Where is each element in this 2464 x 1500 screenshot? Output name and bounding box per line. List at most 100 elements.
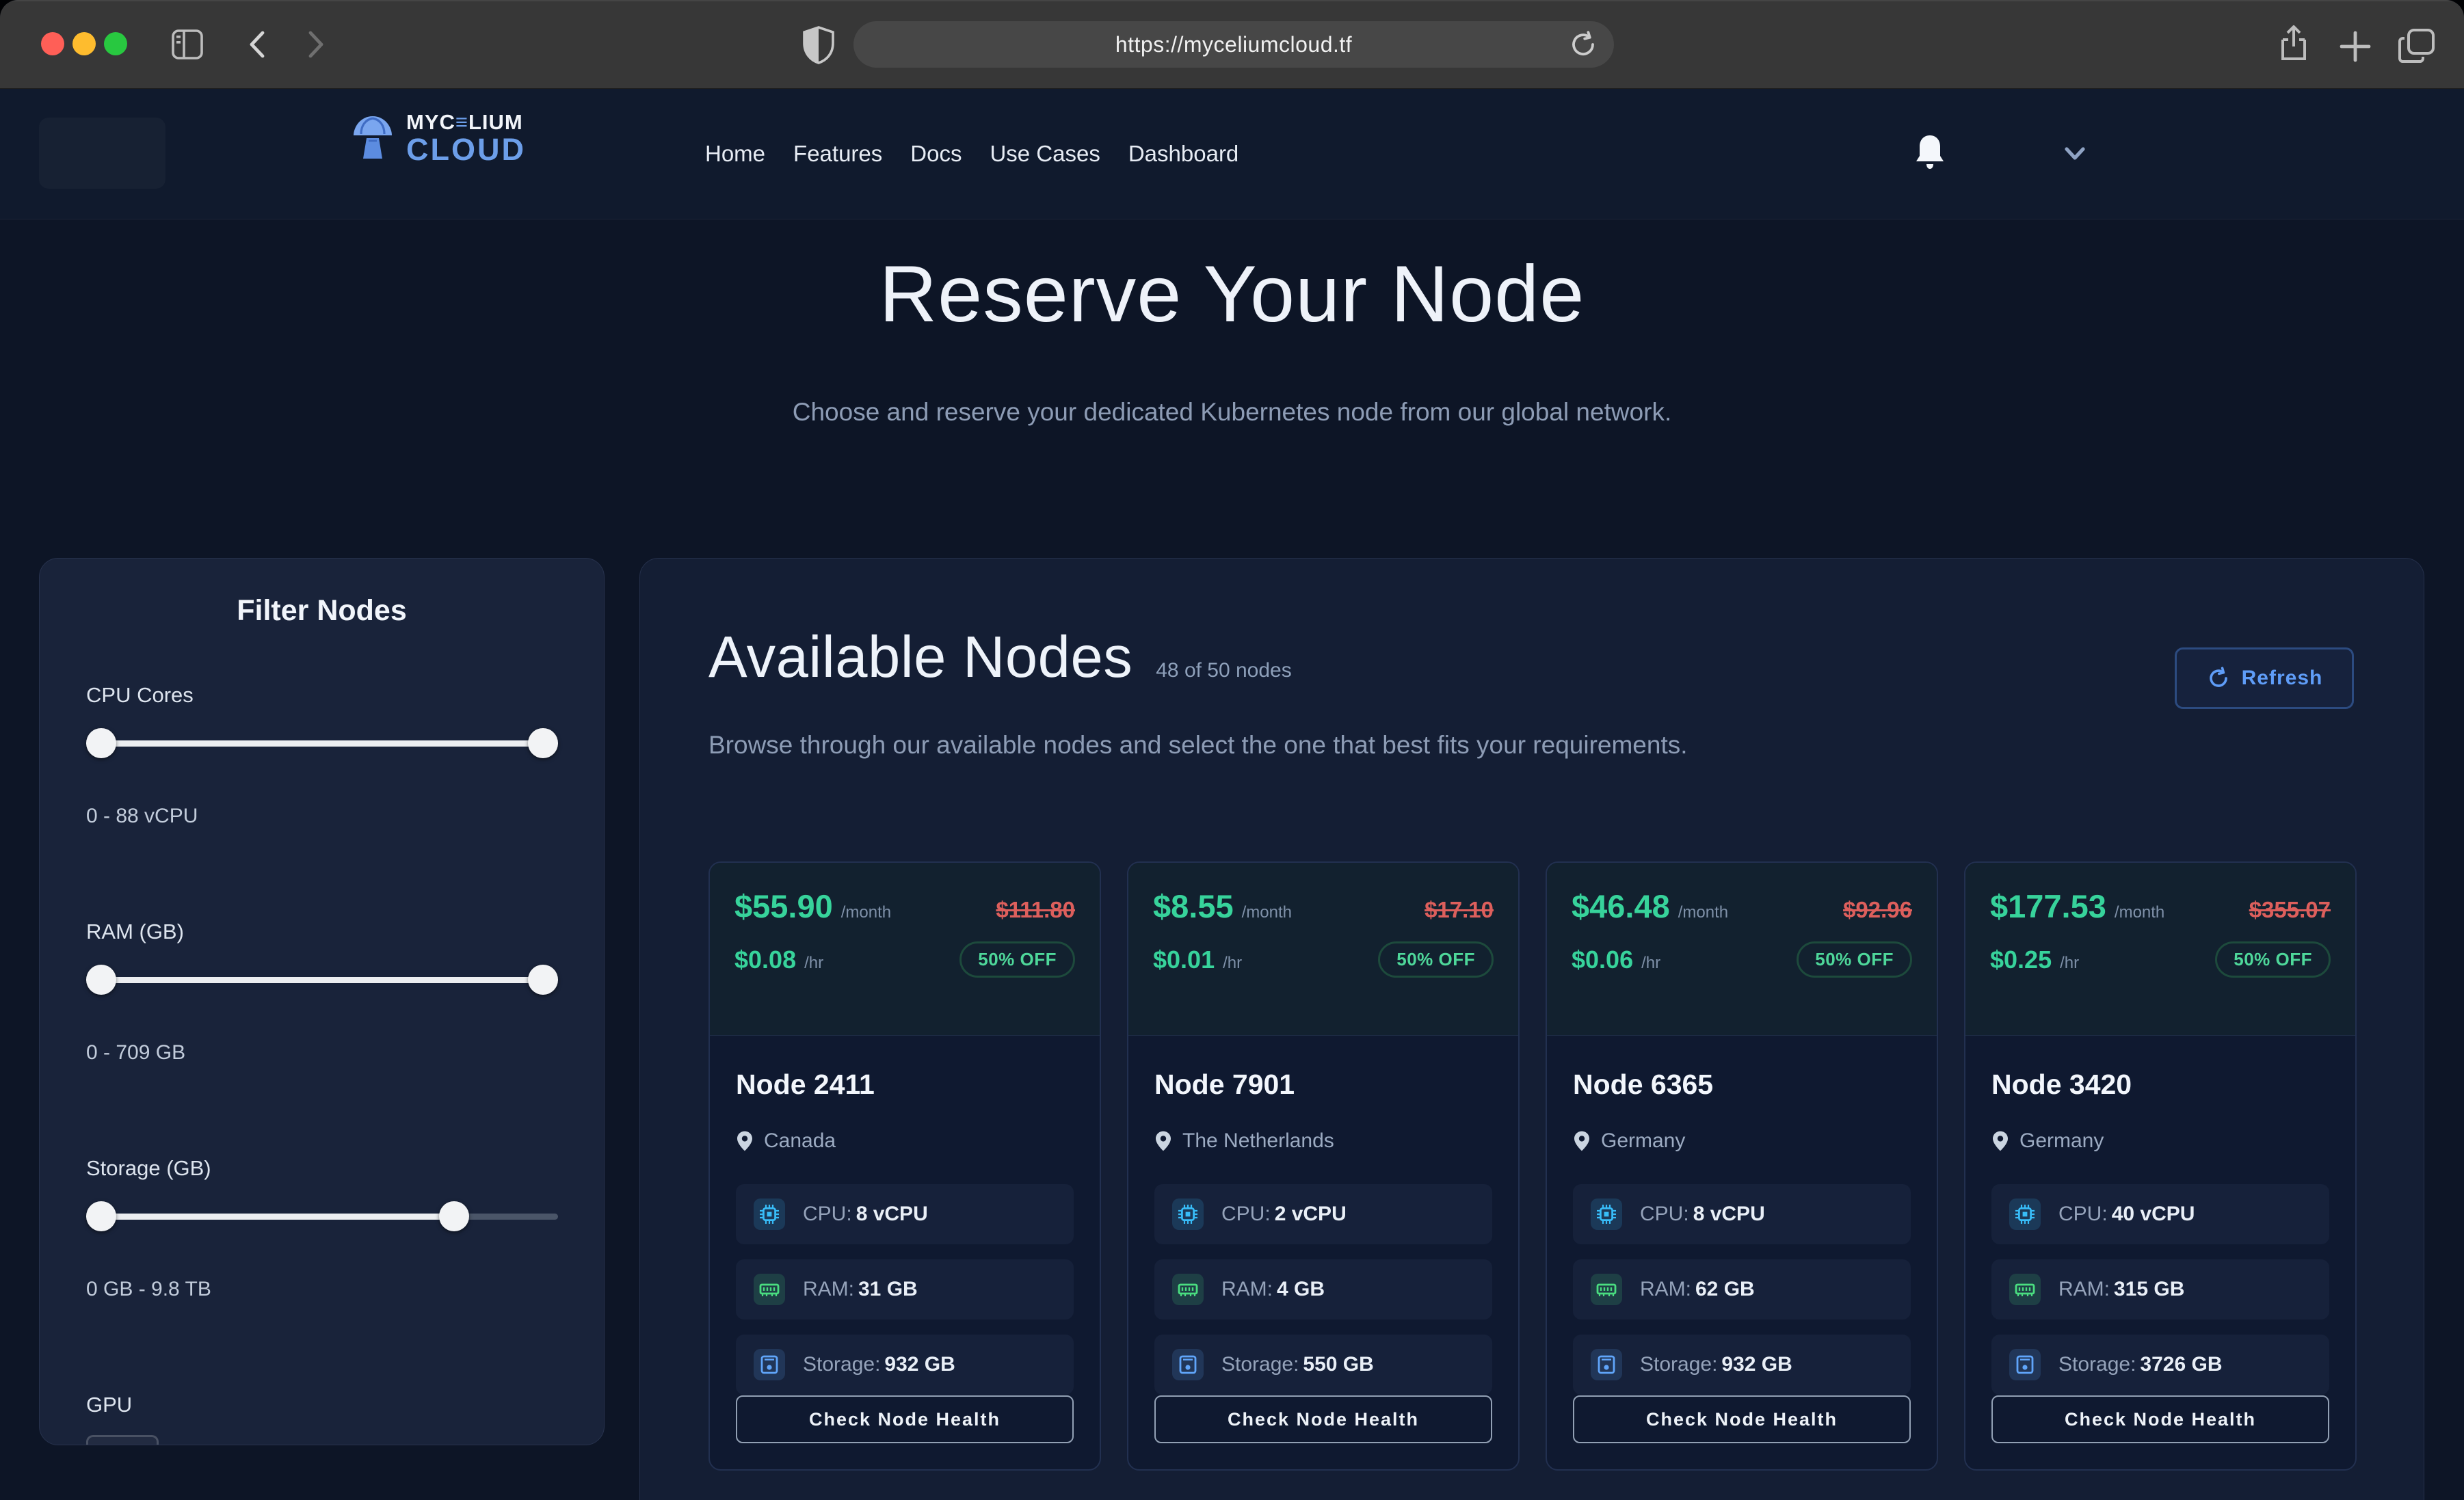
card-body: Node 7901 The Netherlands CPU:2 vCPU: [1128, 1036, 1518, 1469]
refresh-label: Refresh: [2242, 667, 2323, 690]
filter-panel: Filter Nodes CPU Cores 0 - 88 vCPU RAM (…: [39, 558, 605, 1445]
cpu-slider-max-handle[interactable]: [528, 728, 558, 758]
location-pin-icon: [1573, 1130, 1591, 1152]
site-logo[interactable]: MYC≡LIUM CLOUD: [350, 111, 526, 165]
ram-icon: [2009, 1274, 2041, 1305]
monthly-unit: /month: [1678, 903, 1728, 922]
nodes-description: Browse through our available nodes and s…: [708, 731, 1688, 760]
spec-row-storage: Storage:550 GB: [1154, 1335, 1492, 1395]
browser-toolbar: https://myceliumcloud.tf: [0, 0, 2464, 89]
minimize-window-button[interactable]: [72, 32, 96, 55]
page-title: Reserve Your Node: [0, 247, 2464, 340]
spec-value: 550 GB: [1303, 1353, 1373, 1376]
logo-line2: CLOUD: [406, 134, 526, 165]
node-location: Germany: [1601, 1129, 1685, 1153]
ram-range-slider[interactable]: [86, 965, 558, 995]
node-location: Germany: [2019, 1129, 2104, 1153]
spec-label: RAM:: [1640, 1278, 1691, 1300]
spec-row-cpu: CPU:40 vCPU: [1991, 1184, 2329, 1244]
nav-link-features[interactable]: Features: [793, 141, 882, 167]
logo-line1-pre: MYC: [406, 111, 455, 133]
monthly-price: $8.55: [1153, 887, 1234, 925]
spec-row-ram: RAM:62 GB: [1573, 1259, 1911, 1320]
reload-icon[interactable]: [1567, 29, 1599, 60]
privacy-shield-icon[interactable]: [802, 25, 836, 65]
back-icon[interactable]: [243, 29, 272, 60]
spec-label: CPU:: [2058, 1203, 2108, 1225]
original-price: $355.07: [2249, 897, 2331, 923]
card-body: Node 2411 Canada CPU:8 vCPU: [710, 1036, 1100, 1469]
ram-slider-max-handle[interactable]: [528, 965, 558, 995]
storage-range-slider[interactable]: [86, 1201, 558, 1231]
sidebar-toggle-icon[interactable]: [171, 29, 204, 60]
spec-label: Storage:: [803, 1353, 880, 1376]
nav-link-use-cases[interactable]: Use Cases: [990, 141, 1100, 167]
hourly-price: $0.25: [1990, 946, 2052, 974]
ram-icon: [1172, 1274, 1204, 1305]
node-card[interactable]: $177.53/month $355.07 $0.25/hr 50% OFF N…: [1964, 861, 2357, 1471]
spec-value: 31 GB: [858, 1278, 918, 1300]
ram-slider-min-handle[interactable]: [86, 965, 116, 995]
check-node-health-button[interactable]: Check Node Health: [1154, 1395, 1492, 1443]
logo-line1-e: ≡: [455, 111, 468, 133]
node-card[interactable]: $55.90/month $111.80 $0.08/hr 50% OFF No…: [708, 861, 1101, 1471]
gpu-toggle[interactable]: [86, 1435, 159, 1445]
filter-storage-range: 0 GB - 9.8 TB: [86, 1278, 211, 1301]
refresh-button[interactable]: Refresh: [2175, 647, 2354, 709]
hourly-price: $0.01: [1153, 946, 1215, 974]
spec-row-storage: Storage:932 GB: [736, 1335, 1074, 1395]
card-pricing-header: $8.55/month $17.10 $0.01/hr 50% OFF: [1128, 863, 1518, 1036]
storage-slider-max-handle[interactable]: [439, 1201, 469, 1231]
spec-value: 62 GB: [1695, 1278, 1755, 1300]
storage-slider-fill: [86, 1214, 454, 1220]
account-chevron-down-icon[interactable]: [2061, 145, 2089, 163]
new-tab-icon[interactable]: [2339, 30, 2372, 63]
discount-badge: 50% OFF: [1378, 941, 1494, 978]
spec-label: Storage:: [2058, 1353, 2136, 1376]
hourly-unit: /hr: [1641, 954, 1660, 973]
monthly-price: $177.53: [1990, 887, 2106, 925]
card-body: Node 6365 Germany CPU:8 vCPU: [1547, 1036, 1937, 1469]
ram-icon: [1591, 1274, 1622, 1305]
node-card[interactable]: $8.55/month $17.10 $0.01/hr 50% OFF Node…: [1127, 861, 1520, 1471]
page-subtitle: Choose and reserve your dedicated Kubern…: [0, 398, 2464, 427]
original-price: $111.80: [996, 897, 1075, 923]
zoom-window-button[interactable]: [104, 32, 127, 55]
cpu-range-slider[interactable]: [86, 728, 558, 758]
spec-value: 932 GB: [884, 1353, 955, 1376]
node-cards-row: $55.90/month $111.80 $0.08/hr 50% OFF No…: [708, 861, 2357, 1471]
location-pin-icon: [736, 1130, 754, 1152]
storage-slider-min-handle[interactable]: [86, 1201, 116, 1231]
close-window-button[interactable]: [41, 32, 64, 55]
address-bar[interactable]: https://myceliumcloud.tf: [853, 21, 1614, 68]
node-location: The Netherlands: [1182, 1129, 1334, 1153]
filter-cpu-label: CPU Cores: [86, 683, 194, 708]
spec-label: CPU:: [803, 1203, 852, 1225]
discount-badge: 50% OFF: [1797, 941, 1912, 978]
original-price: $92.96: [1843, 897, 1912, 923]
check-node-health-button[interactable]: Check Node Health: [736, 1395, 1074, 1443]
nav-link-dashboard[interactable]: Dashboard: [1128, 141, 1238, 167]
url-text: https://myceliumcloud.tf: [1115, 32, 1352, 57]
nav-link-home[interactable]: Home: [705, 141, 765, 167]
check-node-health-button[interactable]: Check Node Health: [1991, 1395, 2329, 1443]
notifications-bell-icon[interactable]: [1912, 133, 1948, 174]
nav-link-docs[interactable]: Docs: [910, 141, 962, 167]
node-name: Node 3420: [1991, 1069, 2329, 1101]
cpu-icon: [2009, 1198, 2041, 1230]
check-node-health-button[interactable]: Check Node Health: [1573, 1395, 1911, 1443]
spec-row-storage: Storage:3726 GB: [1991, 1335, 2329, 1395]
logo-line1-post: LIUM: [468, 111, 523, 133]
share-icon[interactable]: [2276, 23, 2311, 66]
node-card[interactable]: $46.48/month $92.96 $0.06/hr 50% OFF Nod…: [1546, 861, 1938, 1471]
card-pricing-header: $55.90/month $111.80 $0.08/hr 50% OFF: [710, 863, 1100, 1036]
cpu-icon: [1591, 1198, 1622, 1230]
forward-icon[interactable]: [301, 29, 330, 60]
cpu-slider-min-handle[interactable]: [86, 728, 116, 758]
site-navbar: MYC≡LIUM CLOUD Home Features Docs Use Ca…: [0, 89, 2464, 219]
spec-value: 2 vCPU: [1275, 1203, 1347, 1225]
tab-overview-icon[interactable]: [2398, 27, 2436, 64]
monthly-unit: /month: [2115, 903, 2164, 922]
node-location: Canada: [764, 1129, 836, 1153]
hourly-unit: /hr: [804, 954, 823, 973]
